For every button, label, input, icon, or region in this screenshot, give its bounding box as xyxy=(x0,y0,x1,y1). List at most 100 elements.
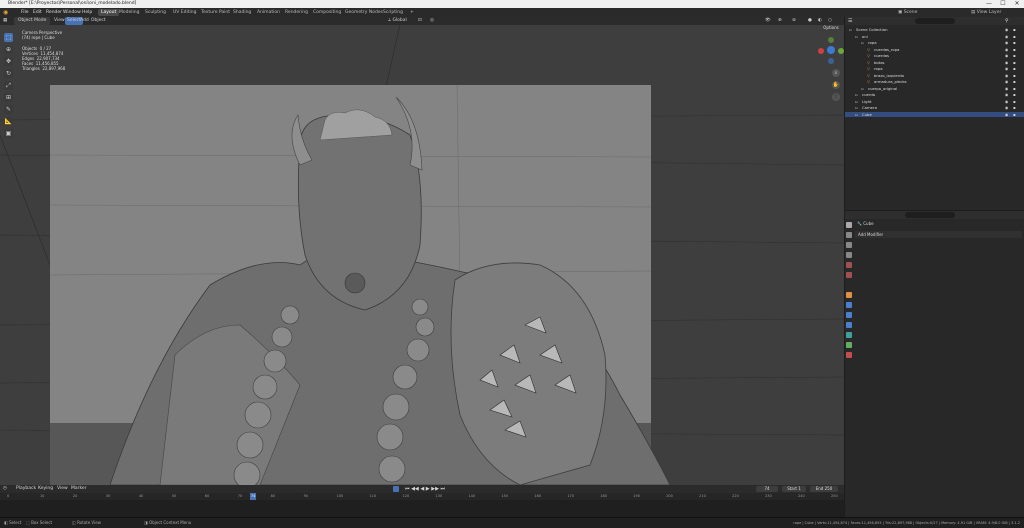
tool-tab-icon[interactable] xyxy=(846,222,852,228)
blender-logo-icon[interactable]: ◉ xyxy=(3,8,8,17)
outliner-row[interactable]: ▫ Camera ◉ ▪ xyxy=(845,105,1024,110)
playhead[interactable]: 74 xyxy=(249,493,257,500)
menu-window[interactable]: Window xyxy=(63,8,81,17)
timeline-menu-marker[interactable]: Marker xyxy=(71,485,87,493)
render-toggle-icon[interactable]: ▪ xyxy=(1013,73,1016,78)
outliner-editor-icon[interactable]: ☰ xyxy=(848,17,852,25)
render-toggle-icon[interactable]: ▪ xyxy=(1013,27,1016,32)
outliner-row[interactable]: ▫ Scene Collection ◉ ▪ xyxy=(845,27,1024,32)
viewport-menu-view[interactable]: View xyxy=(54,17,65,25)
camera-view-icon[interactable]: 🎥 xyxy=(832,93,840,101)
navigation-gizmo[interactable] xyxy=(816,35,844,65)
timeline-menu-keying[interactable]: Keying xyxy=(38,485,53,493)
proportional-edit-icon[interactable]: ◎ xyxy=(430,17,434,25)
rotate-tool-icon[interactable]: ↻ xyxy=(4,69,13,78)
visibility-toggle-icon[interactable]: ◉ xyxy=(1005,86,1008,91)
scale-tool-icon[interactable]: ⤢ xyxy=(4,81,13,90)
overlays-icon[interactable]: ⊚ xyxy=(792,17,796,25)
transform-tool-icon[interactable]: ⊞ xyxy=(4,93,13,102)
world-tab-icon[interactable] xyxy=(846,272,852,278)
menu-edit[interactable]: Edit xyxy=(33,8,42,17)
options-dropdown[interactable]: Options xyxy=(820,25,842,31)
add-cube-tool-icon[interactable]: ▣ xyxy=(4,129,13,138)
tab-sculpting[interactable]: Sculpting xyxy=(142,9,169,16)
close-window-button[interactable]: ✕ xyxy=(1010,0,1024,8)
playback-controls[interactable]: ⏮ ◀◀ ◀ ▶ ▶▶ ⏭ xyxy=(405,485,445,493)
add-modifier-button[interactable]: Add Modifier xyxy=(855,231,1022,238)
outliner-row[interactable]: ▽ ropa ◉ ▪ xyxy=(845,66,1024,71)
timeline-ruler[interactable]: 0 10 20 30 40 50 60 70 80 90 100 110 120 130 140 150 160… xyxy=(0,493,844,500)
outliner-row[interactable]: ▫ cuerpo_original ◉ ▪ xyxy=(845,86,1024,91)
move-tool-icon[interactable]: ✥ xyxy=(4,57,13,66)
maximize-button[interactable]: ☐ xyxy=(996,0,1010,8)
outliner-row[interactable]: ▫ ropa ◉ ▪ xyxy=(845,40,1024,45)
tab-rendering[interactable]: Rendering xyxy=(282,9,311,16)
visibility-toggle-icon[interactable]: ◉ xyxy=(1005,34,1008,39)
annotate-tool-icon[interactable]: ✎ xyxy=(4,105,13,114)
properties-search-input[interactable] xyxy=(905,212,955,218)
timeline-menu-view[interactable]: View xyxy=(57,485,68,493)
outliner-row[interactable]: ▫ cuerda ◉ ▪ xyxy=(845,92,1024,97)
visibility-toggle-icon[interactable]: ◉ xyxy=(1005,60,1008,65)
add-workspace-button[interactable]: + xyxy=(407,9,417,16)
visibility-toggle-icon[interactable]: ◉ xyxy=(1005,40,1008,45)
render-toggle-icon[interactable]: ▪ xyxy=(1013,79,1016,84)
render-toggle-icon[interactable]: ▪ xyxy=(1013,105,1016,110)
tab-animation[interactable]: Animation xyxy=(254,9,283,16)
tab-shading[interactable]: Shading xyxy=(230,9,254,16)
visibility-toggle-icon[interactable]: ◉ xyxy=(1005,112,1008,117)
render-toggle-icon[interactable]: ▪ xyxy=(1013,40,1016,45)
output-tab-icon[interactable] xyxy=(846,242,852,248)
start-frame-field[interactable]: Start 1 xyxy=(782,486,806,492)
particles-tab-icon[interactable] xyxy=(846,312,852,318)
visibility-toggle-icon[interactable]: ◉ xyxy=(1005,27,1008,32)
visibility-toggle-icon[interactable]: ◉ xyxy=(1005,79,1008,84)
physics-tab-icon[interactable] xyxy=(846,322,852,328)
menu-help[interactable]: Help xyxy=(82,8,92,17)
render-tab-icon[interactable] xyxy=(846,232,852,238)
render-toggle-icon[interactable]: ▪ xyxy=(1013,60,1016,65)
data-tab-icon[interactable] xyxy=(846,342,852,348)
shading-solid-icon[interactable]: ● xyxy=(808,17,812,25)
pan-hand-icon[interactable]: ✋ xyxy=(832,81,840,89)
outliner-row[interactable]: ▫ Cube ◉ ▪ xyxy=(845,111,1024,117)
menu-file[interactable]: File xyxy=(21,8,29,17)
render-toggle-icon[interactable]: ▪ xyxy=(1013,99,1016,104)
snap-icon[interactable]: ⊡ xyxy=(418,17,422,25)
menu-render[interactable]: Render xyxy=(46,8,62,17)
outliner-row[interactable]: ▽ cuerdas ◉ ▪ xyxy=(845,53,1024,58)
shading-material-icon[interactable]: ◐ xyxy=(818,17,822,25)
material-tab-icon[interactable] xyxy=(846,352,852,358)
visibility-toggle-icon[interactable]: ◉ xyxy=(1005,73,1008,78)
render-toggle-icon[interactable]: ▪ xyxy=(1013,53,1016,58)
render-toggle-icon[interactable]: ▪ xyxy=(1013,112,1016,117)
zoom-icon[interactable]: ⌕ xyxy=(832,69,840,77)
modifier-tab-icon[interactable] xyxy=(846,302,852,308)
visibility-toggle-icon[interactable]: ◉ xyxy=(1005,53,1008,58)
outliner-row[interactable]: ▽ armadura_piedra ◉ ▪ xyxy=(845,79,1024,84)
visibility-toggle-icon[interactable]: ◉ xyxy=(1005,99,1008,104)
outliner-search-input[interactable] xyxy=(915,18,955,24)
scene-selector[interactable]: ▣ Scene xyxy=(895,9,920,16)
tab-scripting[interactable]: Scripting xyxy=(380,9,406,16)
render-toggle-icon[interactable]: ▪ xyxy=(1013,86,1016,91)
record-icon[interactable] xyxy=(393,486,399,492)
measure-tool-icon[interactable]: 📐 xyxy=(4,117,13,126)
outliner-row[interactable]: ▽ brazo_izquierdo ◉ ▪ xyxy=(845,73,1024,78)
current-frame-field[interactable]: 74 xyxy=(756,486,778,492)
view-layer-selector[interactable]: ▤ View Layer xyxy=(968,9,1004,16)
visibility-toggle-icon[interactable]: ◉ xyxy=(1005,47,1008,52)
scene-tab-icon[interactable] xyxy=(846,262,852,268)
tab-compositing[interactable]: Compositing xyxy=(310,9,344,16)
timeline-track[interactable] xyxy=(0,500,844,517)
outliner-row[interactable]: ▫ Light ◉ ▪ xyxy=(845,99,1024,104)
tab-modeling[interactable]: Modeling xyxy=(116,9,142,16)
timeline-menu-playback[interactable]: Playback xyxy=(16,485,36,493)
transform-orientation[interactable]: ⟂ Global xyxy=(388,17,407,25)
outliner-row[interactable]: ▽ cuerdas_ropa ◉ ▪ xyxy=(845,47,1024,52)
gizmo-icon[interactable]: ⊕ xyxy=(778,17,782,25)
render-toggle-icon[interactable]: ▪ xyxy=(1013,34,1016,39)
visibility-toggle-icon[interactable]: ◉ xyxy=(1005,66,1008,71)
timeline-editor-icon[interactable]: ◷ xyxy=(3,485,7,493)
filter-icon[interactable]: ⚲ xyxy=(1005,17,1009,25)
